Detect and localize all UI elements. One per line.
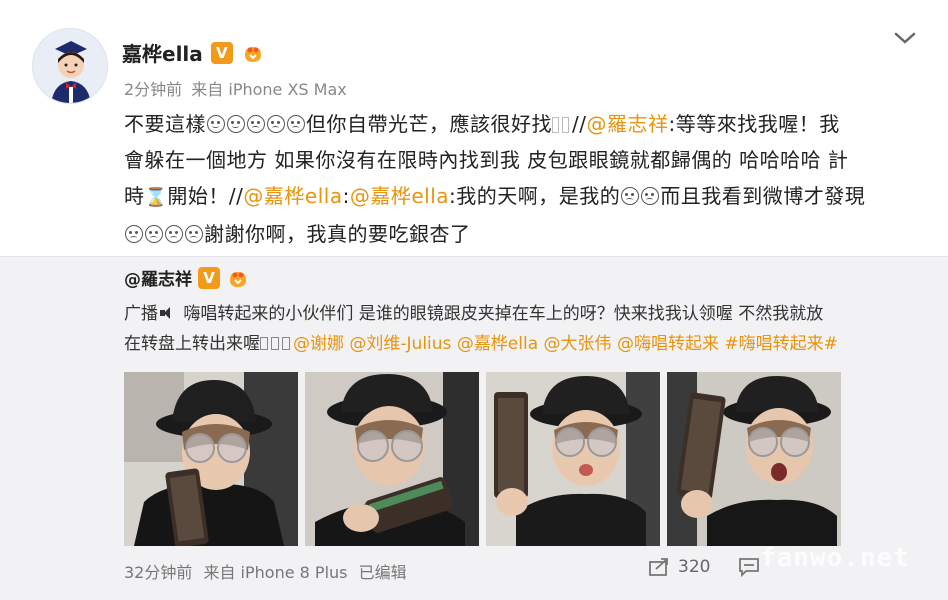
post-text-segment: 開始！//	[167, 184, 244, 208]
missing-glyph-icon	[552, 117, 559, 133]
mention-link[interactable]: @嗨唱转起来	[617, 334, 719, 354]
repost-source: 来自 iPhone 8 Plus	[203, 563, 348, 582]
share-button[interactable]: 320	[648, 557, 710, 577]
photo-thumbnail[interactable]	[124, 372, 298, 546]
repost-card: @羅志祥 V 广播 嗨唱转起来的小伙伴们 是谁的眼镜跟皮夹掉在车上的呀？快来找我…	[0, 256, 948, 600]
share-count: 320	[678, 557, 711, 577]
chevron-down-icon[interactable]	[892, 28, 918, 48]
repost-time[interactable]: 32分钟前	[124, 563, 192, 582]
comment-icon	[739, 558, 760, 577]
post-text-segment: 謝謝你啊，我真的要吃銀杏了	[204, 222, 471, 246]
mention-link[interactable]: @嘉桦ella	[350, 184, 449, 208]
mention-link[interactable]: @嘉桦ella	[457, 334, 538, 354]
post-time[interactable]: 2分钟前	[124, 80, 182, 99]
photo-thumbnail[interactable]	[305, 372, 479, 546]
sad-emoji-icon	[267, 115, 285, 133]
repost-actions: 320	[648, 557, 760, 577]
repost-author-row: @羅志祥 V	[124, 265, 250, 290]
hashtag-link[interactable]: #嗨唱转起来#	[724, 334, 838, 354]
missing-glyph-icon	[260, 337, 268, 350]
sad-emoji-icon	[165, 225, 183, 243]
post-text-segment: 而且我看到微博才發現	[660, 184, 866, 208]
author-name-row: 嘉桦ella V	[122, 38, 265, 67]
photo-thumbnail[interactable]	[667, 372, 841, 546]
post-text-segment: 會躲在一個地方 如果你沒有在限時內找到我 皮包跟眼鏡就都歸偶的 哈哈哈哈 計	[124, 148, 849, 172]
repost-text-segment: 嗨唱转起来的小伙伴们 是谁的眼镜跟皮夹掉在车上的呀？快来找我认领喔 不然我就放	[183, 304, 824, 324]
sad-emoji-icon	[287, 115, 305, 133]
share-icon	[649, 558, 668, 576]
verified-badge-icon: V	[210, 41, 233, 64]
author-avatar[interactable]	[32, 28, 108, 104]
speaker-icon	[160, 306, 176, 320]
weibo-post: 嘉桦ella V 2分钟前 来自 iPhone XS Max 不要這樣 但你自帶光…	[0, 0, 948, 600]
sad-emoji-icon	[125, 225, 143, 243]
sad-emoji-icon	[621, 187, 640, 205]
mention-link[interactable]: @嘉桦ella	[243, 184, 342, 208]
sad-emoji-icon	[145, 225, 163, 243]
sad-emoji-icon	[641, 187, 660, 205]
post-text-segment: //	[572, 112, 587, 136]
post-text-segment: 時	[124, 184, 145, 208]
repost-author-name[interactable]: @羅志祥	[124, 265, 192, 290]
medal-icon	[230, 271, 246, 287]
medal-icon	[244, 46, 261, 62]
mention-link[interactable]: @刘维-Julius	[349, 334, 451, 354]
post-text: 不要這樣 但你自帶光芒，應該很好找 //@羅志祥:等等來找我喔！我 會躲在一個地方 …	[124, 106, 924, 252]
repost-text: 广播 嗨唱转起来的小伙伴们 是谁的眼镜跟皮夹掉在车上的呀？快来找我认领喔 不然我…	[124, 299, 924, 359]
hourglass-icon: ⌛	[144, 187, 168, 208]
post-source: 来自 iPhone XS Max	[191, 80, 347, 99]
missing-glyph-icon	[562, 117, 569, 133]
photo-grid	[124, 372, 841, 546]
mention-link[interactable]: @大张伟	[544, 334, 612, 354]
post-text-segment: :等等來找我喔！我	[668, 112, 840, 136]
post-meta: 2分钟前 来自 iPhone XS Max	[124, 76, 347, 100]
sweat-emoji-icon	[207, 115, 225, 133]
edited-label[interactable]: 已编辑	[359, 563, 407, 582]
mention-link[interactable]: @羅志祥	[586, 112, 668, 136]
sad-emoji-icon	[247, 115, 265, 133]
verified-badge-icon: V	[198, 266, 220, 289]
repost-footer: 32分钟前 来自 iPhone 8 Plus 已编辑	[124, 559, 413, 583]
sweat-emoji-icon	[227, 115, 245, 133]
repost-text-segment: 广播	[124, 304, 158, 324]
photo-thumbnail[interactable]	[486, 372, 660, 546]
post-text-segment: 不要這樣	[124, 112, 206, 136]
comment-button[interactable]	[738, 557, 760, 577]
post-text-segment: 但你自帶光芒，應該很好找	[306, 112, 552, 136]
post-text-segment: :	[342, 184, 350, 208]
watermark-text: fanwo.net	[760, 543, 910, 573]
missing-glyph-icon	[271, 337, 279, 350]
mention-link[interactable]: @谢娜	[293, 334, 344, 354]
post-text-segment: :我的天啊，是我的	[449, 184, 621, 208]
missing-glyph-icon	[282, 337, 290, 350]
repost-text-segment: 在转盘上转出来喔	[124, 334, 260, 354]
author-name[interactable]: 嘉桦ella	[122, 38, 203, 67]
sad-emoji-icon	[185, 225, 203, 243]
